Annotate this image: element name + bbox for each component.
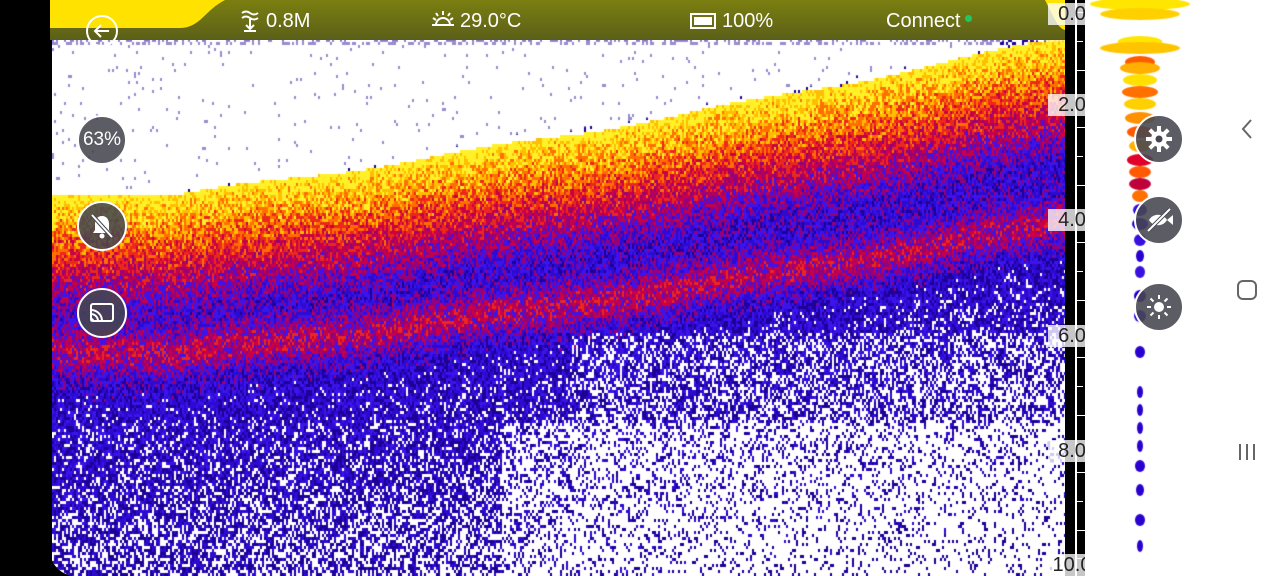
brightness-icon <box>1147 295 1171 319</box>
depth-tick <box>1077 500 1083 502</box>
depth-tick <box>1077 270 1083 272</box>
recents-icon <box>1239 444 1255 460</box>
back-button[interactable] <box>86 15 118 47</box>
settings-button[interactable] <box>1134 114 1184 164</box>
home-square-icon <box>1237 280 1257 300</box>
nav-home-button[interactable] <box>1232 275 1262 305</box>
status-bar: 0.8M 29.0°C 100% Connect <box>50 0 1065 40</box>
depth-tick <box>1077 40 1083 42</box>
battery-value: 100% <box>722 10 774 32</box>
battery-readout: 100% <box>690 9 773 33</box>
gain-button[interactable]: 63% <box>77 115 127 165</box>
app-frame: 0.8M 29.0°C 100% Connect 63% 0.0 2.0 4.0… <box>0 0 1280 576</box>
depth-readout: 0.8M <box>238 9 310 33</box>
cast-icon <box>90 303 114 322</box>
back-arrow-icon <box>93 24 109 38</box>
connection-status[interactable]: Connect <box>886 9 972 33</box>
temperature-value: 29.0°C <box>460 10 522 32</box>
bell-off-icon <box>90 213 114 239</box>
cast-button[interactable] <box>77 288 127 338</box>
depth-icon <box>241 10 259 32</box>
gear-icon <box>1146 126 1172 152</box>
screen-edge <box>0 0 52 576</box>
battery-icon <box>690 13 716 29</box>
nav-back-button[interactable] <box>1232 116 1262 142</box>
connection-dot-icon <box>964 14 972 22</box>
brightness-button[interactable] <box>1134 282 1184 332</box>
fish-id-toggle-button[interactable] <box>1134 195 1184 245</box>
alarm-toggle-button[interactable] <box>77 201 127 251</box>
sonar-view[interactable] <box>50 0 1070 576</box>
chevron-left-icon <box>1241 119 1252 139</box>
temperature-sun-icon <box>432 11 454 26</box>
depth-scale-line <box>1075 0 1077 576</box>
connection-label: Connect <box>886 10 961 32</box>
depth-value: 0.8M <box>266 10 311 32</box>
nav-recents-button[interactable] <box>1232 437 1262 467</box>
temperature-readout: 29.0°C <box>430 9 521 33</box>
gain-value: 63% <box>82 129 122 150</box>
fish-off-icon <box>1146 207 1173 233</box>
depth-tick <box>1077 385 1083 387</box>
sonar-echo-canvas[interactable] <box>50 0 1070 576</box>
depth-tick <box>1077 155 1083 157</box>
